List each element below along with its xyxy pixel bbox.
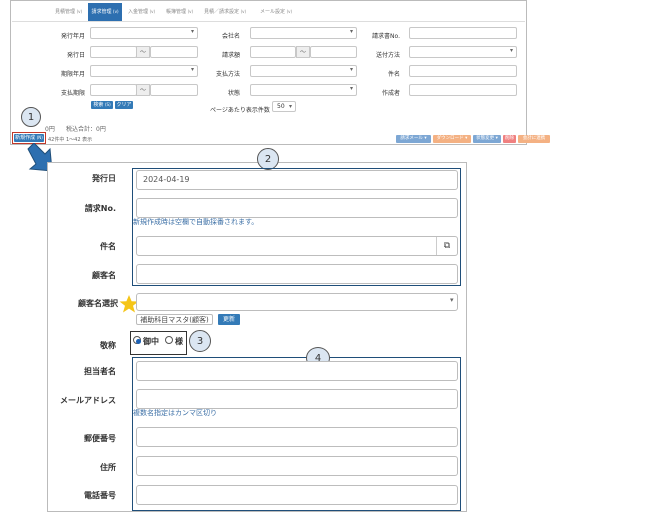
invoice-no-form-input[interactable] bbox=[136, 198, 458, 218]
status-select[interactable] bbox=[250, 84, 357, 96]
customer-select[interactable] bbox=[136, 293, 458, 311]
search-button[interactable]: 検索 (S) bbox=[91, 101, 113, 109]
tab-divider bbox=[12, 21, 525, 22]
status-change-tag[interactable]: 状態変更 ▾ bbox=[473, 135, 501, 143]
issue-date-label: 発行日 bbox=[92, 174, 116, 183]
pay-due-tilde: 〜 bbox=[136, 84, 150, 96]
download-tag[interactable]: ダウンロード ▾ bbox=[433, 135, 471, 143]
company-select[interactable] bbox=[250, 27, 357, 39]
radio-dot bbox=[135, 338, 141, 344]
radio-onchu[interactable] bbox=[133, 336, 141, 344]
chevron-down-icon: ▾ bbox=[450, 296, 454, 304]
pay-due-from[interactable] bbox=[90, 84, 137, 96]
total-amount: 0円 bbox=[45, 126, 55, 133]
address-input[interactable] bbox=[136, 456, 458, 476]
result-count: 42件中 1〜42 表示 bbox=[48, 137, 93, 143]
per-page-select[interactable]: 50 bbox=[272, 101, 296, 112]
phone-input[interactable] bbox=[136, 485, 458, 505]
honorific-label: 敬称 bbox=[100, 341, 116, 350]
customer-label: 顧客名 bbox=[92, 271, 116, 280]
address-label: 住所 bbox=[100, 463, 116, 472]
amount-tilde: 〜 bbox=[296, 46, 310, 58]
tab-ledger[interactable]: 帳簿管理 (v) bbox=[166, 3, 200, 21]
radio-sama[interactable] bbox=[165, 336, 173, 344]
subaccount-master-button[interactable]: 補助科目マスタ(顧客) bbox=[136, 314, 213, 325]
tab-estimate[interactable]: 見積管理 (v) bbox=[55, 3, 87, 21]
contact-label: 担当者名 bbox=[84, 367, 116, 376]
update-button[interactable]: 更新 bbox=[218, 314, 240, 325]
email-label: メールアドレス bbox=[60, 396, 116, 405]
customer-select-label: 顧客名選択 bbox=[78, 299, 118, 308]
label-amount: 請求額 bbox=[221, 52, 240, 59]
subject-label: 件名 bbox=[100, 242, 116, 251]
tab-payment[interactable]: 入金管理 (v) bbox=[128, 3, 162, 21]
zip-input[interactable] bbox=[136, 427, 458, 447]
label-pay-method: 支払方法 bbox=[215, 71, 240, 78]
tab-invoice[interactable]: 請求管理 (v) bbox=[88, 3, 122, 21]
issue-date-input[interactable]: 2024-04-19 bbox=[136, 170, 458, 190]
tab-mail-settings[interactable]: メール設定 (v) bbox=[260, 3, 300, 21]
label-invoice-no: 請求書No. bbox=[372, 33, 400, 40]
honorific-sama-label: 様 bbox=[175, 337, 183, 346]
issue-month-select[interactable] bbox=[90, 27, 198, 39]
contact-input[interactable] bbox=[136, 361, 458, 381]
issue-date-tilde: 〜 bbox=[136, 46, 150, 58]
tax-total: 税込合計：0円 bbox=[66, 126, 106, 133]
amount-from[interactable] bbox=[250, 46, 296, 58]
issue-date-from[interactable] bbox=[90, 46, 137, 58]
label-due-month: 期限年月 bbox=[60, 71, 85, 78]
callout-1: 1 bbox=[21, 107, 41, 127]
pay-due-to[interactable] bbox=[150, 84, 198, 96]
label-pay-due: 支払期限 bbox=[60, 90, 85, 97]
subject-search-input[interactable] bbox=[409, 65, 517, 77]
creator-input[interactable] bbox=[409, 84, 517, 96]
honorific-onchu-label: 御中 bbox=[143, 337, 159, 346]
subject-input[interactable] bbox=[136, 236, 458, 256]
phone-label: 電話番号 bbox=[84, 491, 116, 500]
accounting-link-tag[interactable]: 会計に連携 bbox=[518, 135, 550, 143]
invoice-no-hint: 新規作成時は空欄で自動採番されます。 bbox=[133, 218, 259, 226]
invoice-mail-tag[interactable]: 請求メール ▾ bbox=[396, 135, 431, 143]
amount-to[interactable] bbox=[310, 46, 357, 58]
new-create-button[interactable]: 新規作成 (N) bbox=[14, 134, 44, 142]
copy-icon[interactable]: ⧉ bbox=[436, 237, 457, 255]
invoice-no-label: 請求No. bbox=[84, 204, 116, 213]
issue-date-to[interactable] bbox=[150, 46, 198, 58]
email-input[interactable] bbox=[136, 389, 458, 409]
pay-method-select[interactable] bbox=[250, 65, 357, 77]
zip-label: 郵便番号 bbox=[84, 434, 116, 443]
label-send-method: 送付方法 bbox=[375, 52, 400, 59]
due-month-select[interactable] bbox=[90, 65, 198, 77]
send-method-select[interactable] bbox=[409, 46, 517, 58]
label-creator: 作成者 bbox=[381, 90, 400, 97]
invoice-no-input[interactable] bbox=[409, 27, 517, 39]
label-subject: 件名 bbox=[387, 71, 400, 78]
clear-button[interactable]: クリア bbox=[115, 101, 133, 109]
delete-tag[interactable]: 削除 bbox=[503, 135, 516, 143]
per-page-label: ページあたり表示件数 bbox=[210, 107, 270, 114]
label-issue-month: 発行年月 bbox=[60, 33, 85, 40]
callout-2: 2 bbox=[257, 148, 279, 170]
email-hint: 複数名指定はカンマ区切り bbox=[133, 409, 217, 417]
label-issue-date: 発行日 bbox=[66, 52, 85, 59]
callout-3: 3 bbox=[189, 330, 211, 352]
label-status: 状態 bbox=[227, 90, 240, 97]
tab-settings[interactable]: 見積／請求設定 (v) bbox=[204, 3, 256, 21]
customer-input[interactable] bbox=[136, 264, 458, 284]
label-company: 会社名 bbox=[221, 33, 240, 40]
